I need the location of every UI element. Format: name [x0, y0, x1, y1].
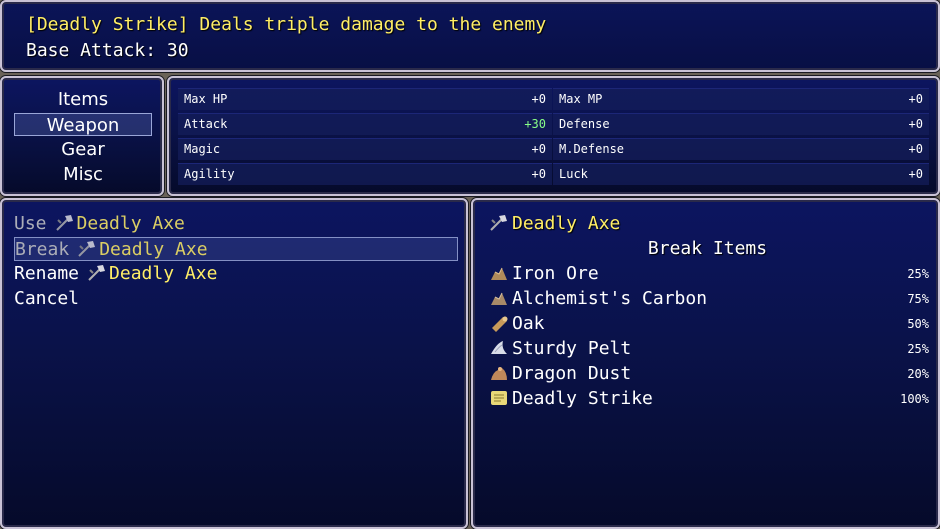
break-item-name: Alchemist's Carbon: [512, 288, 708, 309]
category-misc[interactable]: Misc: [14, 163, 152, 186]
category-label: Misc: [63, 164, 103, 185]
category-gear[interactable]: Gear: [14, 138, 152, 161]
category-label: Weapon: [46, 115, 120, 136]
stat-value: +0: [908, 142, 923, 156]
break-item-name: Iron Ore: [512, 263, 599, 284]
stat-value: +0: [908, 167, 923, 181]
use-command[interactable]: Use Deadly Axe: [14, 212, 458, 236]
break-item-row: Sturdy Pelt 25%: [489, 337, 929, 361]
source-item-name: Deadly Axe: [512, 213, 621, 234]
command-item-name: Deadly Axe: [109, 263, 218, 284]
break-items-heading: Break Items: [647, 238, 768, 259]
stat-name: M.Defense: [559, 142, 625, 156]
axe-icon: [77, 240, 97, 258]
stats-window: Max HP +0 Attack +30 Magic +0 Agility +0…: [167, 76, 940, 196]
stat-value: +30: [524, 117, 546, 131]
help-window: [Deadly Strike] Deals triple damage to t…: [0, 0, 940, 72]
stat-value: +0: [908, 117, 923, 131]
command-label: Cancel: [14, 288, 80, 309]
command-window: Use Deadly Axe Break Deadly Axe Rename Dead…: [0, 198, 468, 529]
rename-command[interactable]: Rename Deadly Axe: [14, 262, 458, 286]
stat-value: +0: [531, 142, 546, 156]
axe-icon: [55, 214, 75, 232]
command-label: Break: [15, 239, 70, 260]
break-item-chance: 25%: [907, 342, 929, 356]
stat-value: +0: [908, 92, 923, 106]
stat-name: Max MP: [559, 92, 603, 106]
command-label: Use: [14, 213, 47, 234]
wood-log-icon: [489, 314, 509, 332]
category-weapon[interactable]: Weapon: [14, 113, 152, 136]
stat-value: +0: [531, 167, 546, 181]
break-item-name: Deadly Strike: [512, 388, 653, 409]
stat-name: Agility: [184, 167, 235, 181]
axe-icon: [489, 214, 509, 232]
category-label: Gear: [61, 139, 105, 160]
stat-agility: Agility +0: [178, 163, 552, 185]
cancel-command[interactable]: Cancel: [14, 287, 458, 311]
break-item-chance: 100%: [900, 392, 929, 406]
pelt-icon: [489, 339, 509, 357]
break-item-row: Iron Ore 25%: [489, 262, 929, 286]
ore-icon: [489, 289, 509, 307]
stat-name: Magic: [184, 142, 221, 156]
command-label: Rename: [14, 263, 80, 284]
ore-icon: [489, 264, 509, 282]
break-command[interactable]: Break Deadly Axe: [14, 237, 458, 261]
scroll-icon: [489, 389, 509, 407]
stat-name: Attack: [184, 117, 228, 131]
break-item-name: Oak: [512, 313, 545, 334]
axe-icon: [87, 264, 107, 282]
stat-name: Max HP: [184, 92, 228, 106]
stat-max-hp: Max HP +0: [178, 88, 552, 110]
stat-value: +0: [531, 92, 546, 106]
stat-defense: Defense +0: [553, 113, 929, 135]
break-item-chance: 50%: [907, 317, 929, 331]
dust-pile-icon: [489, 364, 509, 382]
break-item-chance: 25%: [907, 267, 929, 281]
break-item-row: Alchemist's Carbon 75%: [489, 287, 929, 311]
stat-luck: Luck +0: [553, 163, 929, 185]
stat-max-mp: Max MP +0: [553, 88, 929, 110]
stat-magic: Magic +0: [178, 138, 552, 160]
stat-name: Defense: [559, 117, 610, 131]
break-item-chance: 20%: [907, 367, 929, 381]
stat-name: Luck: [559, 167, 588, 181]
break-item-name: Dragon Dust: [512, 363, 632, 384]
category-label: Items: [57, 89, 109, 110]
break-items-window: Deadly Axe Break Items Iron Ore 25% Alch…: [471, 198, 940, 529]
skill-description: [Deadly Strike] Deals triple damage to t…: [26, 14, 547, 35]
command-item-name: Deadly Axe: [76, 213, 185, 234]
break-item-row: Oak 50%: [489, 312, 929, 336]
break-item-row: Dragon Dust 20%: [489, 362, 929, 386]
break-item-row: Deadly Strike 100%: [489, 387, 929, 411]
command-item-name: Deadly Axe: [99, 239, 208, 260]
break-item-chance: 75%: [907, 292, 929, 306]
break-item-name: Sturdy Pelt: [512, 338, 632, 359]
break-source-item: Deadly Axe: [489, 212, 620, 236]
stat-attack: Attack +30: [178, 113, 552, 135]
category-window: Items Weapon Gear Misc: [0, 76, 164, 196]
category-items[interactable]: Items: [14, 88, 152, 111]
base-attack-text: Base Attack: 30: [26, 40, 189, 61]
stat-m-defense: M.Defense +0: [553, 138, 929, 160]
